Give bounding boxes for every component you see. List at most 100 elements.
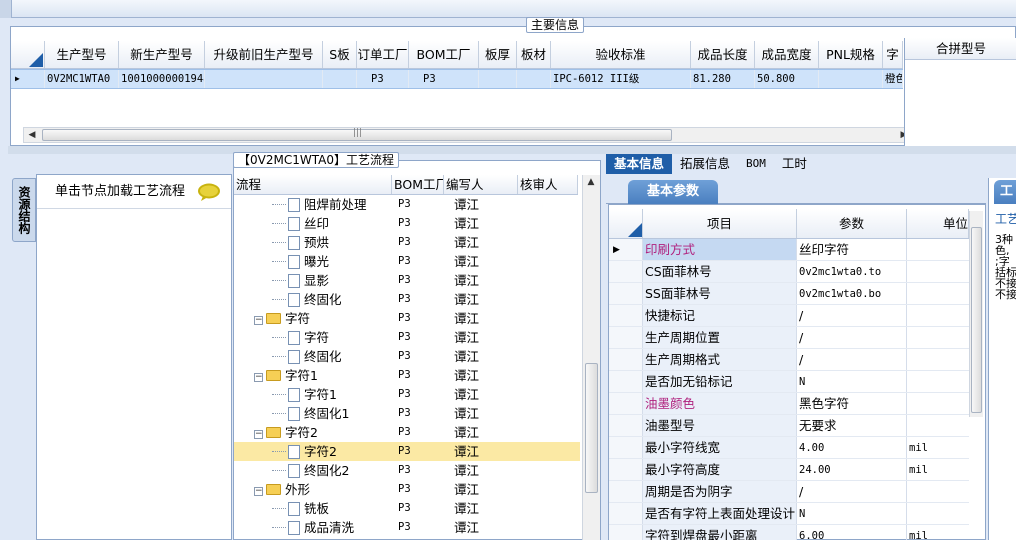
column-header[interactable]: BOM工厂 [392, 175, 444, 194]
tree-node[interactable]: − 字符2 [234, 423, 392, 442]
param-row[interactable]: 最小字符高度 24.00 mil [609, 459, 969, 481]
param-value[interactable]: 黑色字符 [797, 393, 907, 414]
param-row[interactable]: 快捷标记 / [609, 305, 969, 327]
tree-row[interactable]: 曝光 P3 谭江 [234, 252, 580, 271]
splitter-bar[interactable] [8, 146, 1016, 154]
tree-node[interactable]: 预烘 [234, 233, 392, 252]
column-header[interactable]: 板材 [517, 41, 551, 68]
column-header[interactable]: 生产型号 [45, 41, 119, 68]
param-value[interactable]: 6.00 [797, 525, 907, 540]
tree-node[interactable]: 阻焊前处理 [234, 195, 392, 214]
scroll-thumb[interactable]: ||| [42, 128, 672, 141]
tree-node[interactable]: 丝印 [234, 214, 392, 233]
param-value[interactable]: 4.00 [797, 437, 907, 458]
tree-row[interactable]: 终固化 P3 谭江 [234, 290, 580, 309]
tree-node[interactable]: 字符1 [234, 385, 392, 404]
scroll-left-icon[interactable]: ◀ [24, 128, 40, 142]
tree-row[interactable]: − 字符 P3 谭江 [234, 309, 580, 328]
table-cell[interactable]: 50.800 [755, 70, 819, 88]
param-row[interactable]: 生产周期位置 / [609, 327, 969, 349]
scroll-thumb[interactable] [971, 227, 982, 413]
param-row[interactable]: ▶ 印刷方式 丝印字符 [609, 239, 969, 261]
far-right-tab[interactable]: 工 [994, 180, 1016, 204]
column-header[interactable]: PNL规格 [819, 41, 883, 68]
tree-node[interactable]: 终固化1 [234, 404, 392, 423]
param-row[interactable]: 是否有字符上表面处理设计 N [609, 503, 969, 525]
main-grid-row[interactable]: ▶ 0V2MC1WTA0 10010000001948 P3 P3 IPC-6012 II… [11, 69, 903, 89]
param-value[interactable]: / [797, 327, 907, 348]
tree-row[interactable]: − 字符1 P3 谭江 [234, 366, 580, 385]
tree-node[interactable]: 终固化 [234, 290, 392, 309]
tree-row[interactable]: − 外形 P3 谭江 [234, 480, 580, 499]
column-header[interactable]: BOM工厂 [409, 41, 479, 68]
table-cell[interactable]: IPC-6012 III级 [551, 70, 691, 88]
tree-node[interactable]: 字符2 [234, 442, 392, 461]
table-cell[interactable]: 10010000001948 [119, 70, 205, 88]
scroll-thumb[interactable] [585, 363, 598, 493]
horizontal-scrollbar[interactable]: ◀ ||| ▶ [23, 127, 913, 143]
param-row[interactable]: 生产周期格式 / [609, 349, 969, 371]
table-cell[interactable] [819, 70, 883, 88]
tree-row[interactable]: − 字符2 P3 谭江 [234, 423, 580, 442]
tree-row[interactable]: 终固化 P3 谭江 [234, 347, 580, 366]
column-header[interactable]: 验收标准 [551, 41, 691, 68]
param-row[interactable]: 油墨型号 无要求 [609, 415, 969, 437]
table-cell[interactable] [205, 70, 323, 88]
param-value[interactable]: / [797, 481, 907, 502]
param-value[interactable]: / [797, 305, 907, 326]
param-value[interactable]: 0v2mc1wta0.bo [797, 283, 907, 304]
tree-row[interactable]: 铣板 P3 谭江 [234, 499, 580, 518]
collapse-icon[interactable]: − [254, 430, 263, 439]
tree-row[interactable]: 丝印 P3 谭江 [234, 214, 580, 233]
column-header[interactable]: 流程 [234, 175, 392, 194]
column-header[interactable]: 核审人 [518, 175, 578, 194]
column-header[interactable]: 成品宽度 [755, 41, 819, 68]
tree-node[interactable]: − 字符 [234, 309, 392, 328]
process-vertical-scrollbar[interactable]: ▲ [582, 175, 600, 540]
table-cell[interactable] [323, 70, 357, 88]
tab-resource-structure[interactable]: 资源结构 [12, 178, 36, 242]
column-header[interactable]: 参数 [797, 209, 907, 238]
table-cell[interactable] [479, 70, 517, 88]
param-value[interactable]: 0v2mc1wta0.to [797, 261, 907, 282]
column-header[interactable]: 板厚 [479, 41, 517, 68]
tree-row[interactable]: 阻焊前处理 P3 谭江 [234, 195, 580, 214]
table-cell[interactable]: 橙色 [883, 70, 903, 88]
column-header[interactable]: 成品长度 [691, 41, 755, 68]
tree-node[interactable]: 终固化2 [234, 461, 392, 480]
param-row[interactable]: 油墨颜色 黑色字符 [609, 393, 969, 415]
table-cell[interactable]: 0V2MC1WTA0 [45, 70, 119, 88]
collapse-icon[interactable]: − [254, 373, 263, 382]
column-header[interactable]: 订单工厂 [357, 41, 409, 68]
tree-node[interactable]: 终固化 [234, 347, 392, 366]
param-value[interactable]: N [797, 371, 907, 392]
column-header[interactable]: 字 [883, 41, 903, 68]
tree-row[interactable]: 预烘 P3 谭江 [234, 233, 580, 252]
tab-1[interactable]: 拓展信息 [672, 154, 738, 174]
tree-row[interactable]: 字符 P3 谭江 [234, 328, 580, 347]
tree-row[interactable]: 字符1 P3 谭江 [234, 385, 580, 404]
tree-node[interactable]: 显影 [234, 271, 392, 290]
tab-2[interactable]: BOM [738, 154, 774, 174]
param-row[interactable]: 最小字符线宽 4.00 mil [609, 437, 969, 459]
tree-row[interactable]: 显影 P3 谭江 [234, 271, 580, 290]
column-header[interactable]: 项目 [643, 209, 797, 238]
param-value[interactable]: 无要求 [797, 415, 907, 436]
tree-node[interactable]: 曝光 [234, 252, 392, 271]
tree-node[interactable]: − 外形 [234, 480, 392, 499]
param-row[interactable]: SS面菲林号 0v2mc1wta0.bo [609, 283, 969, 305]
speech-bubble-icon[interactable] [197, 183, 221, 201]
param-value[interactable]: / [797, 349, 907, 370]
tree-node[interactable]: 成品清洗 [234, 518, 392, 537]
tree-row[interactable]: 字符2 P3 谭江 [234, 442, 580, 461]
table-cell[interactable]: P3 [357, 70, 409, 88]
tree-node[interactable]: 铣板 [234, 499, 392, 518]
param-value[interactable]: 丝印字符 [797, 239, 907, 260]
table-cell[interactable]: P3 [409, 70, 479, 88]
table-cell[interactable]: 81.280 [691, 70, 755, 88]
param-value[interactable]: N [797, 503, 907, 524]
param-row[interactable]: 周期是否为阴字 / [609, 481, 969, 503]
param-value[interactable]: 24.00 [797, 459, 907, 480]
tab-3[interactable]: 工时 [774, 154, 815, 174]
column-header[interactable]: 升级前旧生产型号 [205, 41, 323, 68]
